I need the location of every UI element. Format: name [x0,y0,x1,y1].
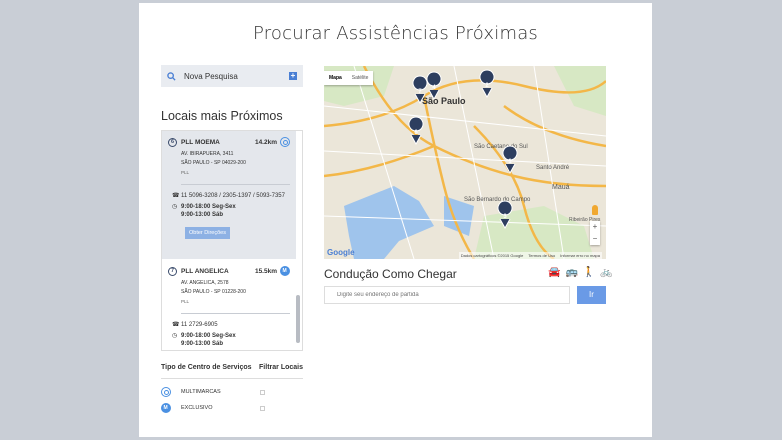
filter-option-multimarcas[interactable]: MULTIMARCAS [161,387,303,397]
map-label-santo-andre: Santo André [536,165,570,171]
bike-icon[interactable]: 🚲 [600,267,612,278]
divider [161,378,303,379]
go-button[interactable]: Ir [577,286,606,304]
divider [181,313,290,314]
start-address-input[interactable] [324,286,570,304]
location-phones: 11 2729-6905 [181,322,218,328]
bus-icon[interactable]: 🚌 [565,267,577,278]
map-label-sao-bernardo: São Bernardo do Campo [464,197,531,203]
location-hours-weekday: 9:00-18:00 Seg-Sex [181,204,236,210]
location-number: 6 [168,137,177,147]
multimarcas-checkbox[interactable] [260,389,265,395]
new-search-label: Nova Pesquisa [184,71,238,81]
filter-option-label: EXCLUSIVO [181,405,213,411]
travel-mode-selector: 🚘 🚌 🚶 🚲 [548,267,613,278]
filter-option-label: MULTIMARCAS [181,389,221,395]
zoom-out-button[interactable]: − [590,233,600,245]
location-brand: PLL [181,170,190,175]
map-type-tabs: Mapa Satélite [324,71,374,85]
location-name: PLL MOEMA [181,138,220,146]
tab-satellite[interactable]: Satélite [347,71,374,85]
map-label-sao-paulo: São Paulo [422,96,466,106]
phone-icon: ☎ [172,193,180,199]
location-brand: PLL [181,299,190,304]
location-name: PLL ANGELICA [181,267,229,275]
google-logo: Google [327,248,355,257]
map-label-maua: Mauá [552,184,570,191]
filter-option-exclusivo[interactable]: EXCLUSIVO [161,403,303,413]
exclusivo-icon [161,403,171,413]
clock-icon: ◷ [172,333,178,339]
map-footer: Dados cartográficos ©2015 Google Termos … [458,252,602,259]
directions-heading: Condução Como Chegar [324,267,457,281]
report-error-link[interactable]: Informar erro no mapa [560,253,600,258]
map-data-credit: Dados cartográficos ©2015 Google [460,253,524,258]
divider [181,184,290,185]
location-hours-weekday: 9:00-18:00 Seg-Sex [181,333,236,339]
page-title: Procurar Assistências Próximas [252,23,539,44]
location-distance: 14.2km [254,138,277,146]
tab-map[interactable]: Mapa [324,71,347,85]
locations-list[interactable]: 6 PLL MOEMA 14.2km AV. IBIRAPUERA, 3411 … [161,130,303,351]
service-type-heading: Tipo de Centro de Serviços [161,364,252,371]
page-container: Procurar Assistências Próximas Nova Pesq… [139,3,652,437]
location-distance: 15.5km [254,267,277,275]
location-street: AV. ANGELICA, 2578 [181,280,229,286]
filters-header: Tipo de Centro de Serviços Filtrar Locai… [161,364,303,371]
exclusivo-icon [280,266,290,276]
car-icon[interactable]: 🚘 [548,267,560,278]
location-street: AV. IBIRAPUERA, 3411 [181,151,234,157]
filter-locations-heading: Filtrar Locais [259,364,303,371]
terms-link[interactable]: Termos de Uso [528,253,555,258]
map-label-sao-caetano: São Caetano do Sul [474,144,528,150]
plus-icon[interactable]: + [289,72,297,80]
location-card[interactable]: 6 PLL MOEMA 14.2km AV. IBIRAPUERA, 3411 … [162,131,296,259]
location-city: SÃO PAULO - SP 04029-200 [181,160,246,166]
location-hours-saturday: 9:00-13:00 Sáb [181,212,224,218]
map-canvas[interactable]: São Paulo São Caetano do Sul Santo André… [324,66,606,259]
location-card[interactable]: 7 PLL ANGELICA 15.5km AV. ANGELICA, 2578… [162,260,296,350]
location-hours-saturday: 9:00-13:00 Sáb [181,341,224,347]
multimarcas-icon [280,137,290,147]
zoom-control: + − [590,221,600,245]
location-phones: 11 5096-3208 / 2305-1397 / 5093-7357 [181,193,285,199]
get-directions-button[interactable]: Obter Direções [185,227,230,239]
map-view[interactable]: São Paulo São Caetano do Sul Santo André… [324,66,606,259]
clock-icon: ◷ [172,204,178,210]
nearby-heading: Locais mais Próximos [161,109,283,123]
location-number: 7 [168,266,177,276]
pegman-icon[interactable] [592,205,598,215]
walk-icon[interactable]: 🚶 [583,267,595,278]
list-scrollbar[interactable] [296,295,300,343]
phone-icon: ☎ [172,322,180,328]
search-icon [167,71,176,81]
multimarcas-icon [161,387,171,397]
location-city: SÃO PAULO - SP 01228-200 [181,289,246,295]
zoom-in-button[interactable]: + [590,221,600,233]
exclusivo-checkbox[interactable] [260,405,265,411]
new-search-bar[interactable]: Nova Pesquisa + [161,65,303,87]
